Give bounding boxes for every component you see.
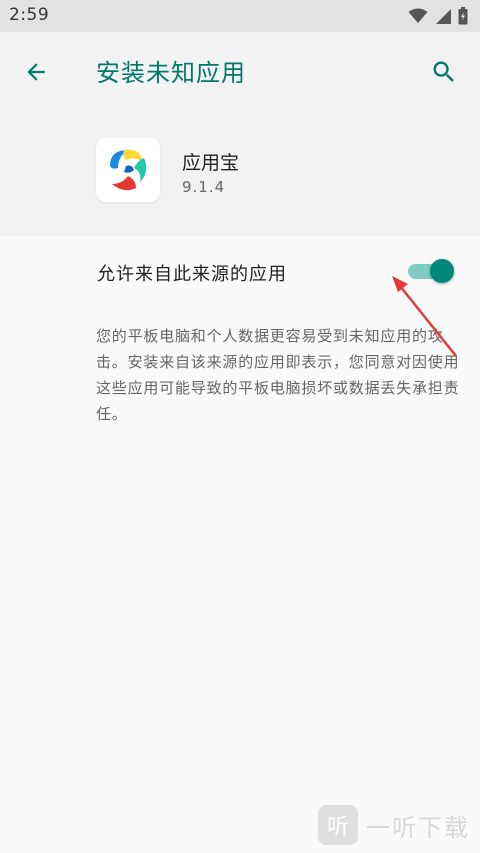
- wifi-icon: [408, 8, 428, 23]
- app-logo-icon: [110, 149, 147, 191]
- status-icons: [408, 7, 468, 25]
- search-button[interactable]: [424, 52, 464, 92]
- status-bar: 2:59: [0, 0, 480, 32]
- signal-icon: [436, 8, 451, 24]
- watermark-logo: 听: [318, 805, 358, 845]
- search-icon: [433, 61, 454, 82]
- arrow-back-icon: [27, 63, 45, 81]
- app-icon: [96, 138, 160, 202]
- app-info-header: 应用宝 9.1.4: [0, 108, 480, 236]
- page-title: 安装未知应用: [96, 59, 246, 87]
- status-time: 2:59: [9, 5, 50, 25]
- watermark: 听 一听下载: [318, 805, 470, 845]
- app-bar: 安装未知应用: [0, 32, 480, 108]
- allow-unknown-sources-label: 允许来自此来源的应用: [97, 264, 287, 285]
- battery-icon: [458, 7, 468, 25]
- app-name: 应用宝: [182, 152, 240, 174]
- watermark-text: 一听下载: [366, 813, 470, 842]
- app-version: 9.1.4: [182, 178, 226, 196]
- red-arrow-annotation: [392, 276, 457, 357]
- back-button[interactable]: [16, 52, 56, 92]
